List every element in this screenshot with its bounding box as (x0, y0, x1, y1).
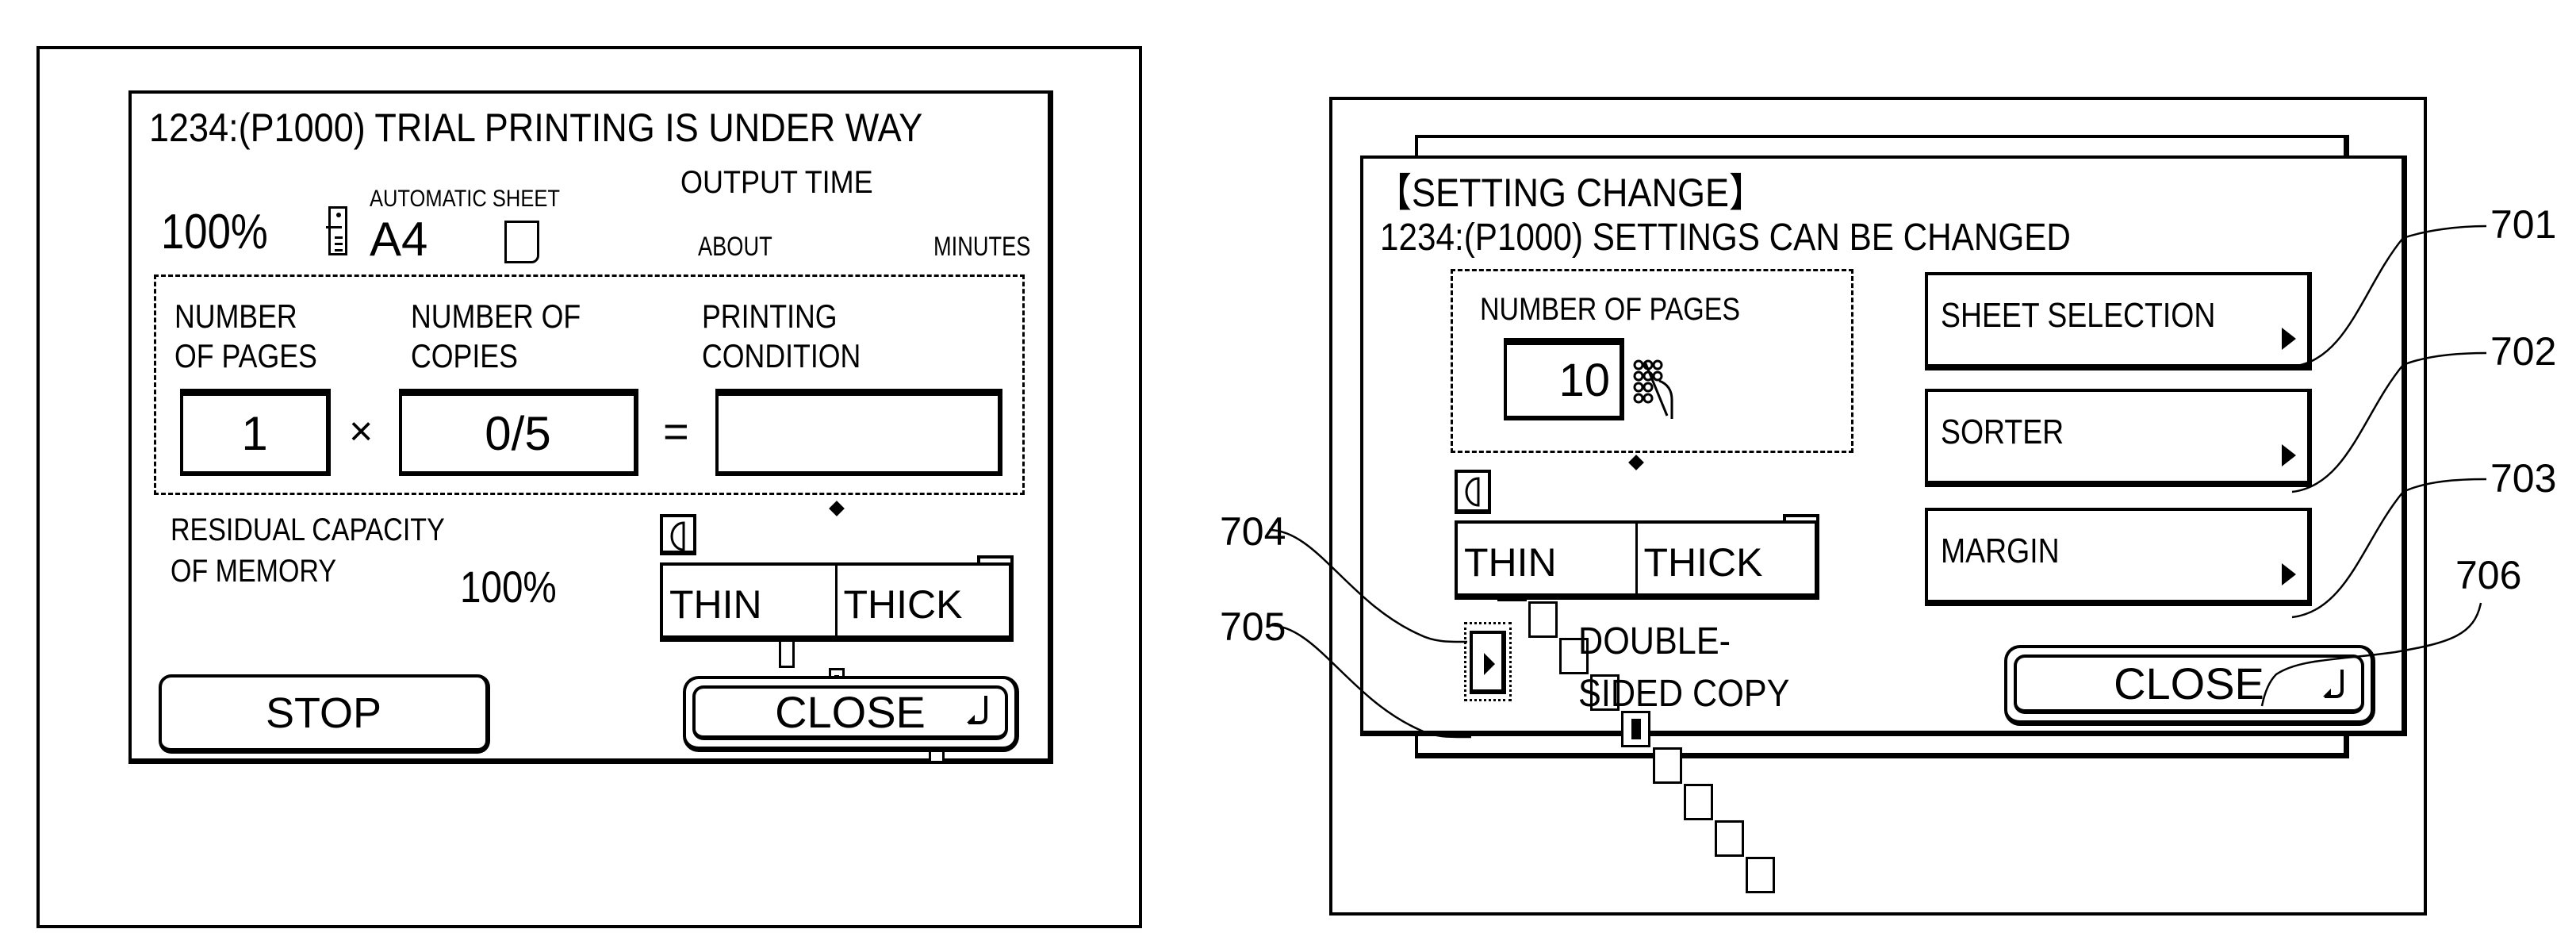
reference-leader-lines (1268, 225, 2487, 739)
leader-line-704 (1268, 528, 1468, 643)
leader-line-706 (2260, 602, 2482, 707)
leader-line-705 (1268, 624, 1472, 739)
leader-line-702 (2291, 351, 2487, 493)
leader-line-703 (2291, 478, 2487, 619)
leader-line-701 (2291, 225, 2487, 368)
